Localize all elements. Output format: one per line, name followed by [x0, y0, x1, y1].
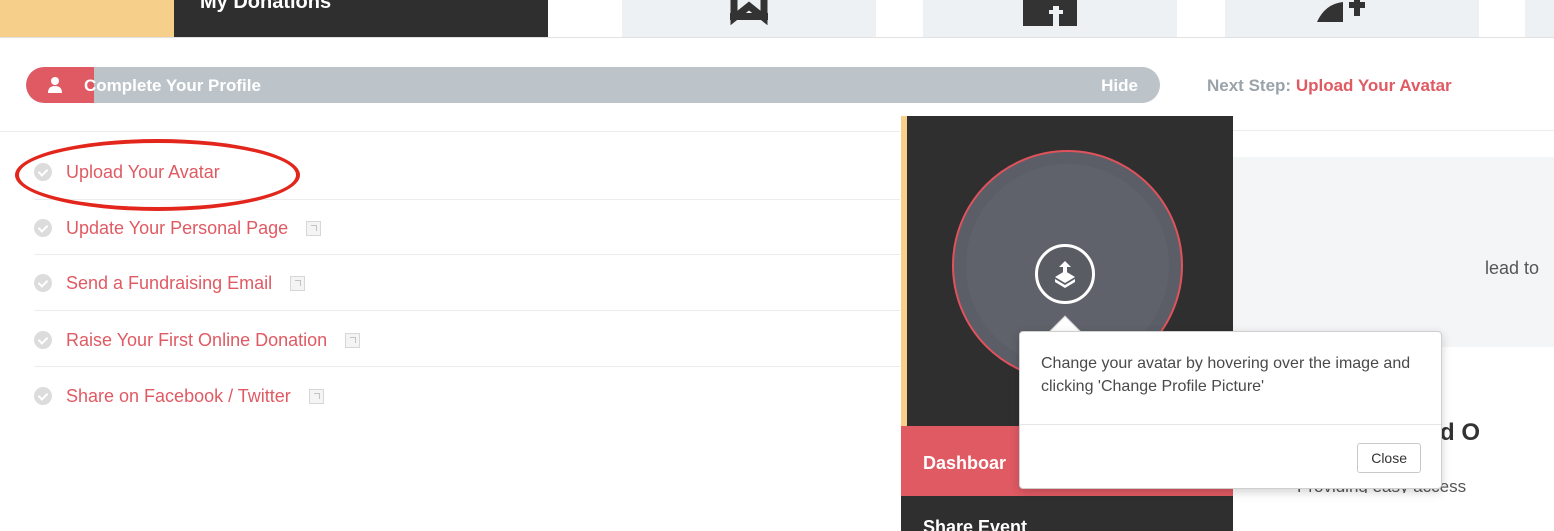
check-circle-icon [34, 274, 52, 292]
facebook-icon [1023, 0, 1077, 26]
sidebar-item-share-event[interactable]: Share Event [901, 496, 1233, 531]
envelope-icon [730, 0, 768, 26]
popover-divider [1020, 424, 1441, 425]
close-button[interactable]: Close [1357, 443, 1421, 473]
profile-progress-bar: Complete Your Profile Hide [26, 67, 1160, 103]
external-link-icon[interactable] [308, 388, 324, 404]
upload-icon[interactable] [1035, 244, 1095, 304]
check-circle-icon [34, 219, 52, 237]
avatar-help-popover: Change your avatar by hovering over the … [1019, 331, 1442, 489]
task-update-personal-page[interactable]: Update Your Personal Page [34, 213, 322, 243]
user-icon [48, 77, 62, 93]
more-tile[interactable] [1525, 0, 1554, 38]
divider [34, 366, 900, 367]
divider [34, 310, 900, 311]
divider [0, 131, 900, 132]
divider [34, 254, 900, 255]
external-link-icon[interactable] [306, 220, 322, 236]
sidebar-item-label: Share Event [923, 517, 1028, 531]
info-text: lead to [1485, 258, 1540, 278]
sidebar-item-label: Dashboar [923, 453, 1007, 473]
task-label: Send a Fundraising Email [66, 272, 273, 293]
upload-glyph [1055, 261, 1075, 288]
add-friend-tile[interactable] [1225, 0, 1479, 38]
external-link-icon[interactable] [290, 275, 306, 291]
task-label: Raise Your First Online Donation [66, 329, 328, 350]
my-donations-tab[interactable]: My Donations [174, 0, 548, 38]
next-step: Next Step: Upload Your Avatar [1207, 76, 1452, 96]
check-circle-icon [34, 331, 52, 349]
info-card [1233, 157, 1554, 347]
divider [1233, 130, 1554, 131]
top-navigation: My Donations [0, 0, 1554, 38]
popover-text: Change your avatar by hovering over the … [1041, 355, 1411, 395]
check-circle-icon [34, 387, 52, 405]
next-step-label: Next Step: [1207, 76, 1292, 95]
hide-button[interactable]: Hide [1101, 76, 1138, 96]
task-raise-first-donation[interactable]: Raise Your First Online Donation [34, 325, 361, 355]
next-step-link[interactable]: Upload Your Avatar [1296, 76, 1452, 95]
facebook-tile[interactable] [923, 0, 1177, 38]
task-send-fundraising-email[interactable]: Send a Fundraising Email [34, 268, 306, 298]
add-user-icon [1317, 0, 1365, 22]
profile-progress-title: Complete Your Profile [84, 76, 261, 95]
my-donations-label: My Donations [200, 0, 332, 13]
task-share-social[interactable]: Share on Facebook / Twitter [34, 381, 324, 411]
top-nav-accent [0, 0, 174, 38]
task-label: Share on Facebook / Twitter [66, 385, 291, 406]
highlight-annotation [15, 139, 300, 211]
task-label: Update Your Personal Page [66, 217, 289, 238]
section-heading: d O [1440, 419, 1480, 446]
email-tile[interactable] [622, 0, 876, 38]
external-link-icon[interactable] [345, 332, 361, 348]
top-divider [0, 37, 1554, 38]
